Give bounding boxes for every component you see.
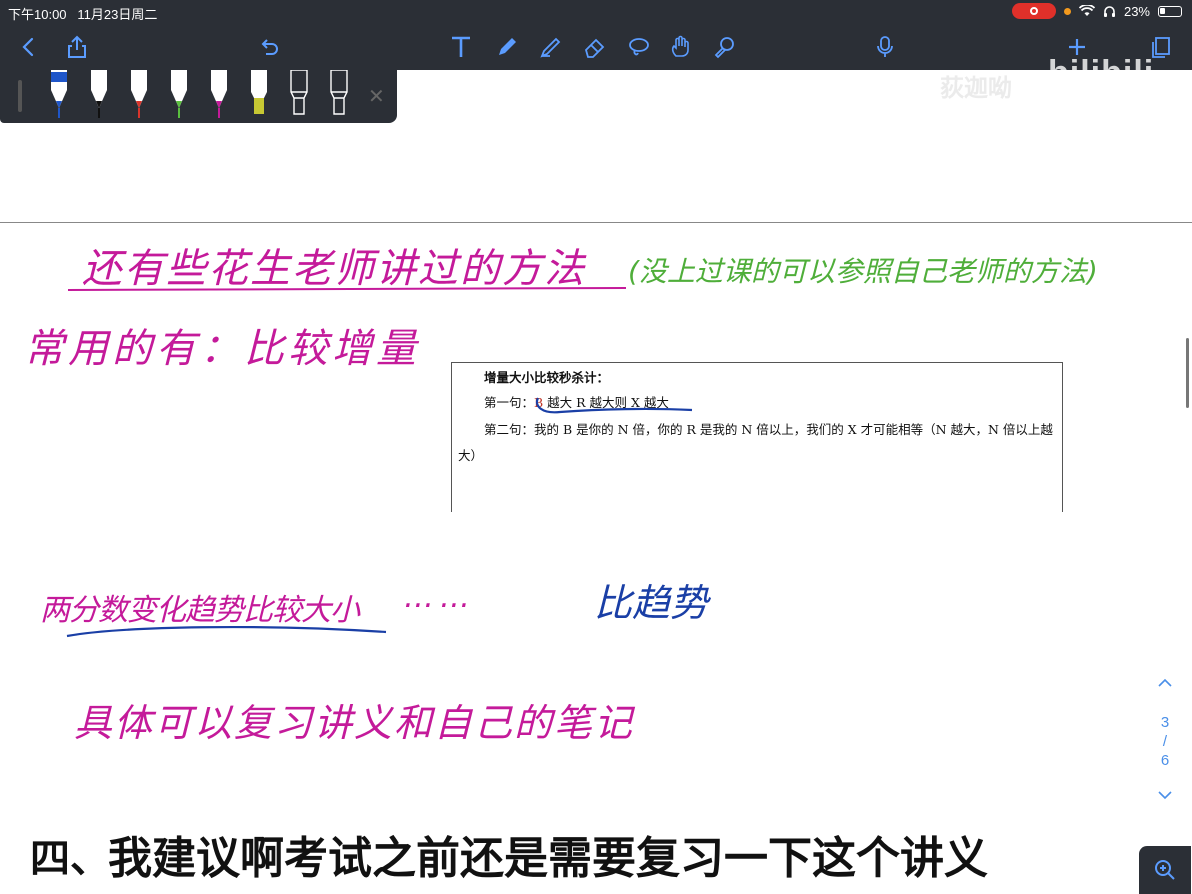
close-icon[interactable]: ✕ (368, 84, 385, 108)
watermark-channel: 荻迦呦 (940, 74, 1012, 102)
status-right: 23% (1011, 3, 1182, 19)
trend-underline (66, 625, 387, 638)
handwritten-common-methods: 常用的有：比较增量 (24, 326, 420, 372)
pen-palette: ✕ (0, 70, 397, 123)
status-bar: 下午10:00 11月23日周二 23% (0, 0, 1192, 24)
pen-red[interactable] (126, 70, 152, 118)
document-excerpt: 增量大小比较秒杀计： 第一句：B 越大 R 越大则 X 越大 第二句：我的 B … (451, 362, 1063, 512)
pen-empty-1[interactable] (286, 70, 312, 118)
handwritten-heading-note: (没上过课的可以参照自己老师的方法) (628, 255, 1098, 288)
handwritten-dots: …… (404, 580, 476, 615)
pen-black[interactable] (86, 70, 112, 118)
current-page: 3 (1160, 714, 1170, 731)
handwritten-trend-note: 比趋势 (594, 581, 709, 625)
battery-percent: 23% (1123, 3, 1150, 19)
page-break-line (0, 222, 1192, 223)
heading-underline (67, 287, 627, 291)
pen-empty-2[interactable] (326, 70, 352, 118)
hand-icon[interactable] (666, 32, 696, 62)
pen-green[interactable] (166, 70, 192, 118)
scroll-indicator[interactable] (1186, 338, 1189, 408)
share-icon[interactable] (62, 32, 92, 62)
back-chevron-icon[interactable] (14, 32, 44, 62)
status-time: 下午10:00 11月23日周二 (8, 4, 157, 23)
wifi-icon (1078, 5, 1095, 16)
pen-icon[interactable] (492, 32, 522, 62)
eraser-icon[interactable] (580, 32, 610, 62)
undo-icon[interactable] (254, 32, 284, 62)
highlighter-yellow[interactable] (246, 70, 272, 118)
page-separator: / (1162, 733, 1168, 750)
handwritten-section-number: 四、 (30, 836, 110, 882)
headphones-icon (1103, 5, 1115, 17)
video-subtitle: 我建议啊考试之前还是需要复习一下这个讲义 (108, 833, 988, 884)
zoom-in-icon (1155, 860, 1175, 880)
clock: 下午10:00 (8, 7, 67, 22)
page-up-icon[interactable] (1150, 674, 1180, 693)
page-navigator: 3 / 6 (1150, 674, 1180, 805)
doc-underline-annotation (535, 397, 693, 414)
screen-recording-icon[interactable] (1011, 3, 1056, 19)
lasso-icon[interactable] (624, 32, 654, 62)
doc-line-3: 大） (458, 448, 484, 463)
palette-grip[interactable] (18, 80, 22, 112)
pen-blue[interactable] (46, 70, 72, 118)
zoom-button[interactable] (1139, 846, 1191, 894)
handwritten-review-note: 具体可以复习讲义和自己的笔记 (74, 701, 635, 745)
battery-icon (1158, 5, 1182, 17)
laser-icon[interactable] (710, 32, 740, 62)
watermark-brand: bilibili (1048, 54, 1155, 92)
pen-magenta[interactable] (206, 70, 232, 118)
top-toolbar: 荻迦呦 bilibili (0, 24, 1192, 102)
doc-title: 增量大小比较秒杀计： (484, 370, 610, 385)
text-tool-icon[interactable] (446, 32, 476, 62)
date: 11月23日周二 (77, 7, 158, 22)
page-down-icon[interactable] (1150, 786, 1180, 805)
mic-indicator-icon (1063, 7, 1071, 15)
highlighter-icon[interactable] (536, 32, 566, 62)
doc-line-1-prefix: 第一句： (484, 395, 535, 410)
total-pages: 6 (1160, 752, 1170, 769)
microphone-icon[interactable] (870, 32, 900, 62)
